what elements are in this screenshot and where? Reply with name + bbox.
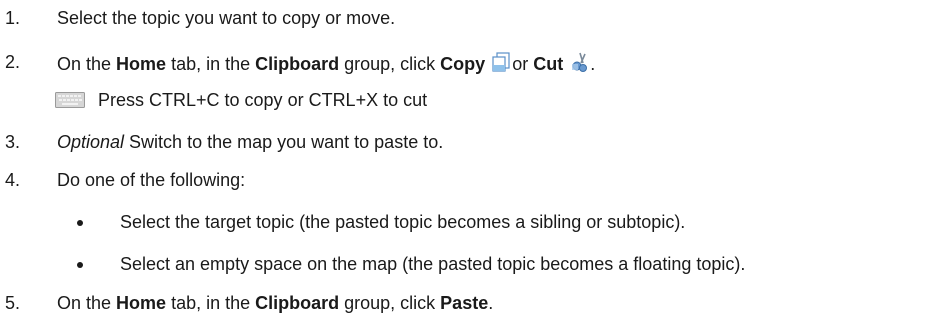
cut-icon: [568, 51, 590, 78]
bullet-icon: [77, 262, 83, 268]
clipboard-group-label: Clipboard: [255, 293, 340, 313]
step-number: 5.: [5, 293, 21, 313]
step-text: Select the topic you want to copy or mov…: [57, 8, 396, 28]
step-number: 1.: [5, 8, 21, 28]
step-text: On the Home tab, in the Clipboard group,…: [57, 51, 595, 78]
step-number: 4.: [5, 170, 21, 190]
home-tab-label: Home: [116, 54, 167, 74]
clipboard-group-label: Clipboard: [255, 54, 340, 74]
step-text: On the Home tab, in the Clipboard group,…: [57, 293, 494, 313]
paste-command-label: Paste: [440, 293, 489, 313]
step-number: 2.: [5, 52, 21, 72]
keyboard-icon: [55, 91, 85, 113]
step-number: 3.: [5, 132, 21, 152]
copy-command-label: Copy: [440, 54, 486, 74]
copy-icon: [490, 51, 512, 78]
home-tab-label: Home: [116, 293, 167, 313]
shortcut-text: Press CTRL+C to copy or CTRL+X to cut: [98, 90, 428, 110]
cut-command-label: Cut: [533, 54, 564, 74]
bullet-text: Select the target topic (the pasted topi…: [120, 212, 686, 232]
optional-label: Optional: [57, 132, 125, 152]
bullet-text: Select an empty space on the map (the pa…: [120, 254, 746, 274]
step-text: Do one of the following:: [57, 170, 246, 190]
bullet-icon: [77, 220, 83, 226]
step-text: Optional Switch to the map you want to p…: [57, 132, 444, 152]
